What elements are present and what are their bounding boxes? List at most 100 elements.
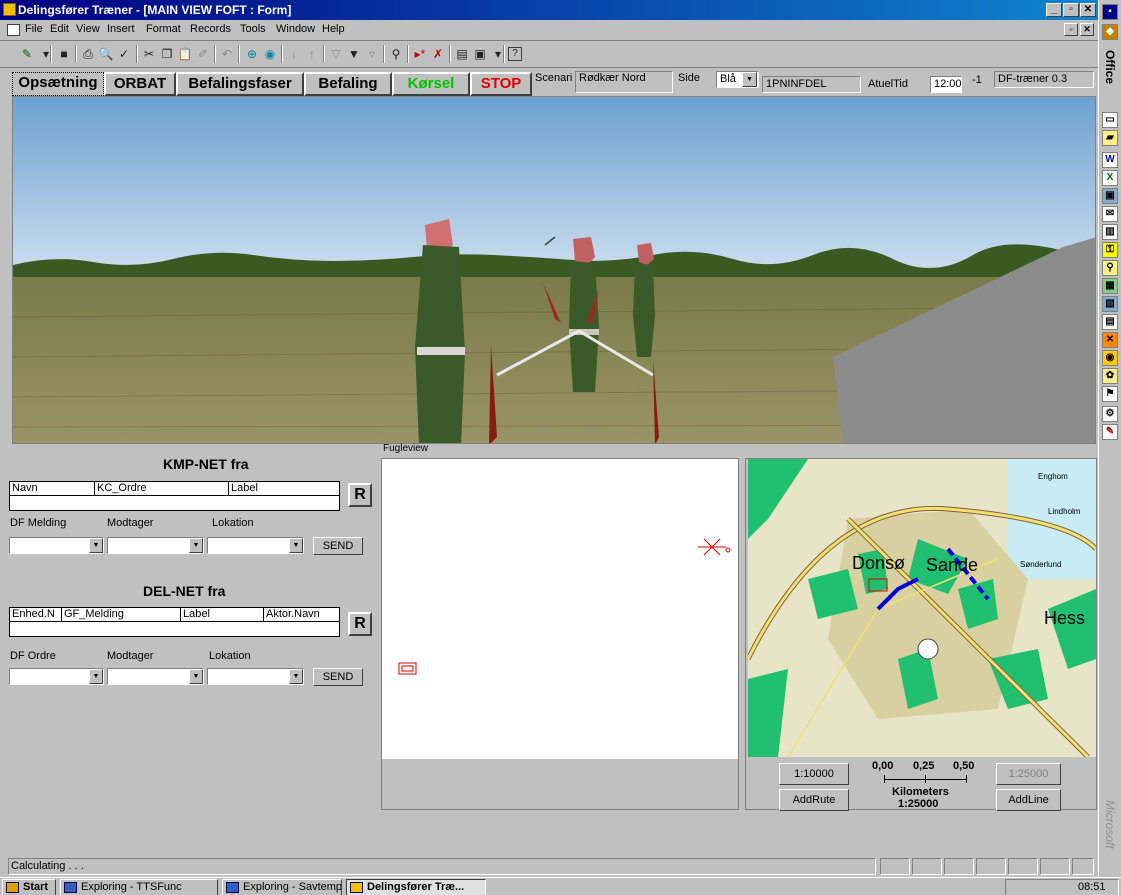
excel-icon[interactable]: X [1102,170,1118,186]
organizer-icon[interactable]: ⚑ [1102,386,1118,402]
form-icon[interactable] [7,24,20,36]
kmp-send-button[interactable]: SEND [313,537,363,555]
unit-field[interactable]: 1PNINFDEL [762,76,861,93]
office-menu-icon[interactable]: ▪ [1102,4,1118,20]
kmp-list[interactable] [9,495,340,511]
df-ordre-select[interactable]: ▼ [9,668,104,685]
menu-view[interactable]: View [76,23,100,35]
graph-icon[interactable]: ✕ [1102,332,1118,348]
insert-hyperlink-icon[interactable]: ⊕ [243,45,261,63]
open-folder-icon[interactable]: ▰ [1102,130,1118,146]
tab-befaling[interactable]: Befaling [304,72,392,96]
scenari-field[interactable]: Rødkær Nord [575,71,673,93]
menu-edit[interactable]: Edit [50,23,69,35]
scale-10000-button[interactable]: 1:10000 [779,763,849,785]
df-melding-select[interactable]: ▼ [9,537,104,554]
tab-orbat[interactable]: ORBAT [104,72,176,96]
bookshelf-icon[interactable]: ✿ [1102,368,1118,384]
design-view-dropdown-icon[interactable]: ▾ [37,45,55,63]
kmp-refresh-button[interactable]: R [348,483,372,507]
del-modtager-select[interactable]: ▼ [107,668,204,685]
binder-icon[interactable]: ▥ [1102,224,1118,240]
database-window-icon[interactable]: ▤ [453,45,471,63]
status-bar: Calculating . . . [8,858,1096,876]
side-dropdown-arrow-icon[interactable]: ▼ [742,72,757,87]
settings-icon[interactable]: ⚙ [1102,406,1118,422]
addline-button[interactable]: AddLine [996,789,1061,811]
sort-descending-icon[interactable]: ↑ [303,45,321,63]
col-kc-ordre: KC_Ordre [94,482,147,495]
tab-opsaetning[interactable]: Opsætning [10,70,106,98]
filter-by-form-icon[interactable]: ▼ [345,45,363,63]
mdi-close-button[interactable]: ✕ [1080,23,1094,36]
start-button[interactable]: Start [2,879,56,895]
map-label-sonderlund: Sønderlund [1020,560,1061,569]
undo-icon[interactable]: ↶ [218,45,236,63]
cut-icon[interactable]: ✂ [140,45,158,63]
kmp-modtager-select[interactable]: ▼ [107,537,204,554]
design-view-icon[interactable]: ✎ [18,45,36,63]
col-enhed: Enhed.N [12,608,55,620]
new-record-icon[interactable]: ▸* [411,45,429,63]
tab-befalingsfaser[interactable]: Befalingsfaser [176,72,304,96]
paste-icon[interactable]: 📋 [176,45,194,63]
calendar-icon[interactable]: ▤ [1102,314,1118,330]
korsel-button[interactable]: Kørsel [392,72,470,96]
minimize-button[interactable]: _ [1046,3,1062,17]
menu-insert[interactable]: Insert [107,23,135,35]
del-lokation-select[interactable]: ▼ [207,668,304,685]
save-icon[interactable]: ■ [55,45,73,63]
fugleview-canvas[interactable] [382,459,738,759]
powerpoint-icon[interactable]: ▣ [1102,188,1118,204]
menu-help[interactable]: Help [322,23,345,35]
task-delingsforer[interactable]: Delingsfører Træ... [346,879,486,895]
filter-by-selection-icon[interactable]: ▽ [327,45,345,63]
word-icon[interactable]: W [1102,152,1118,168]
copy-icon[interactable]: ❐ [158,45,176,63]
restore-button[interactable]: ▫ [1063,3,1079,17]
stop-button[interactable]: STOP [470,72,532,96]
kmp-lokation-select[interactable]: ▼ [207,537,304,554]
atueltid-label: AtuelTid [868,78,908,90]
menu-records[interactable]: Records [190,23,231,35]
photo-icon[interactable]: ▧ [1102,296,1118,312]
map-icon[interactable]: ▦ [1102,278,1118,294]
del-send-button[interactable]: SEND [313,668,363,686]
del-list[interactable] [9,621,340,637]
menu-tools[interactable]: Tools [240,23,266,35]
scale-25000-button[interactable]: 1:25000 [996,763,1061,785]
menu-format[interactable]: Format [146,23,181,35]
task-exploring-savtemp[interactable]: Exploring - Savtemp [222,879,342,895]
format-painter-icon[interactable]: ✐ [194,45,212,63]
help-icon[interactable]: ? [508,47,522,61]
office-logo-icon[interactable]: ◆ [1102,24,1118,40]
folder-icon [226,882,239,893]
menu-file[interactable]: File [25,23,43,35]
web-toolbar-icon[interactable]: ◉ [261,45,279,63]
new-document-icon[interactable]: ▭ [1102,112,1118,128]
print-icon[interactable]: ⎙ [79,45,97,63]
apply-filter-icon[interactable]: ▿ [363,45,381,63]
mdi-restore-button[interactable]: ▫ [1064,23,1078,36]
new-object-icon[interactable]: ▣ [471,45,489,63]
encarta-icon[interactable]: ◉ [1102,350,1118,366]
time-field[interactable]: 12:00 [930,76,962,93]
addrute-button[interactable]: AddRute [779,789,849,811]
find-file-icon[interactable]: ⚲ [1102,260,1118,276]
task-exploring-ttsfunc[interactable]: Exploring - TTSFunc [60,879,218,895]
clock: 08:51 [1078,881,1106,893]
find-icon[interactable]: ⚲ [387,45,405,63]
delete-record-icon[interactable]: ✗ [429,45,447,63]
print-preview-icon[interactable]: 🔍 [97,45,115,63]
close-button[interactable]: ✕ [1080,3,1096,17]
speed-field: -1 [968,72,992,89]
map-canvas[interactable]: Donsø Sande Hess Enghom Lindholm Sønderl… [748,459,1096,757]
tools-icon[interactable]: ✎ [1102,424,1118,440]
access-icon[interactable]: ⚿ [1102,242,1118,258]
spelling-icon[interactable]: ✓ [115,45,133,63]
sort-ascending-icon[interactable]: ↓ [285,45,303,63]
outlook-icon[interactable]: ✉ [1102,206,1118,222]
3d-view[interactable] [12,96,1096,444]
menu-window[interactable]: Window [276,23,315,35]
del-refresh-button[interactable]: R [348,612,372,636]
